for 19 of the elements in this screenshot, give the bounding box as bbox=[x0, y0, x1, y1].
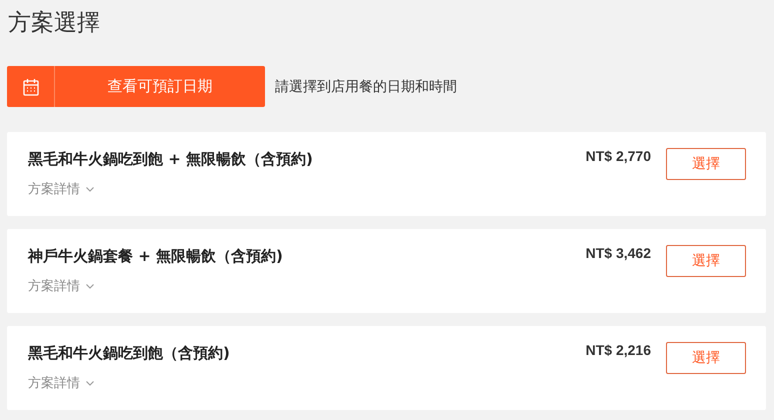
plan-details-toggle[interactable]: 方案詳情 bbox=[28, 180, 313, 198]
plan-price: NT$ 2,770 bbox=[586, 148, 651, 164]
date-hint: 請選擇到店用餐的日期和時間 bbox=[275, 78, 457, 96]
plan-price: NT$ 3,462 bbox=[586, 245, 651, 261]
plan-name: 黑毛和牛火鍋吃到飽 + 無限暢飲（含預約) bbox=[28, 149, 313, 170]
chevron-down-icon bbox=[86, 186, 94, 192]
plan-name: 神戶牛火鍋套餐 + 無限暢飲（含預約) bbox=[28, 246, 283, 267]
chevron-down-icon bbox=[86, 284, 94, 288]
plan-details-toggle[interactable]: 方案詳情 bbox=[28, 374, 230, 392]
plan-name: 黑毛和牛火鍋吃到飽（含預約) bbox=[28, 343, 230, 364]
select-button[interactable]: 選擇 bbox=[666, 148, 746, 180]
plan-price: NT$ 2,216 bbox=[586, 342, 651, 358]
section-title: 方案選擇 bbox=[8, 9, 101, 38]
chevron-down-icon bbox=[86, 380, 94, 386]
select-button[interactable]: 選擇 bbox=[666, 342, 746, 374]
plan-details-toggle[interactable]: 方案詳情 bbox=[28, 277, 283, 295]
calendar-icon bbox=[22, 78, 38, 96]
select-button[interactable]: 選擇 bbox=[666, 245, 746, 277]
view-dates-button[interactable]: 查看可預訂日期 bbox=[7, 66, 265, 107]
